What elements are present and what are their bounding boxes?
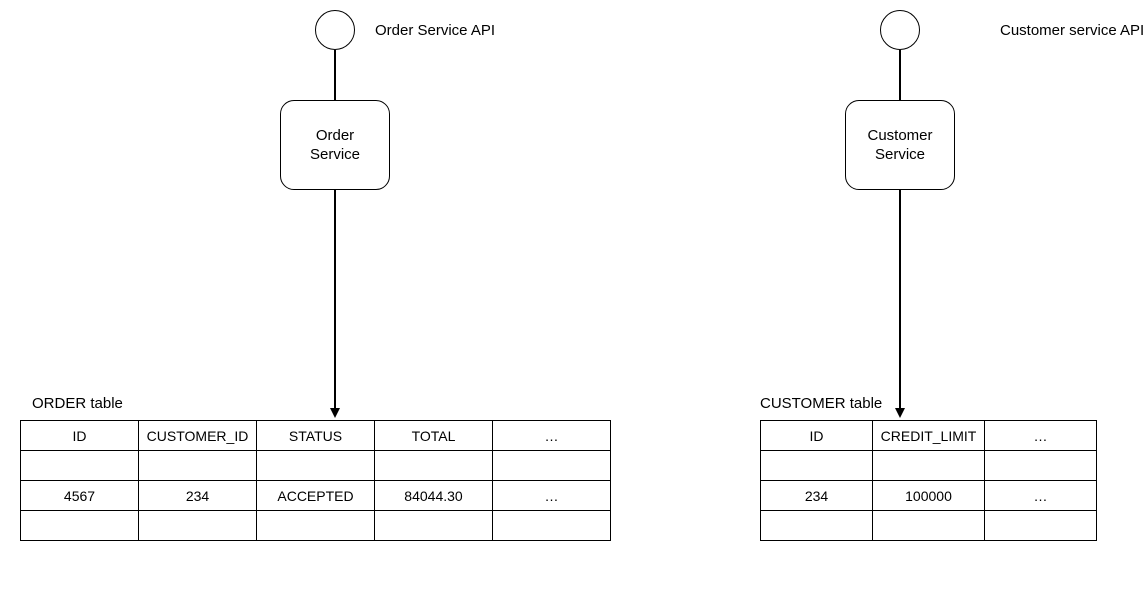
table-cell: ACCEPTED [257,481,375,511]
table-cell [257,451,375,481]
table-row: 4567 234 ACCEPTED 84044.30 … [21,481,611,511]
customer-service-box: Customer Service [845,100,955,190]
table-header: … [985,421,1097,451]
table-cell: 100000 [873,481,985,511]
table-row [761,511,1097,541]
arrow-icon [330,408,340,418]
table-cell: … [493,481,611,511]
order-api-circle [315,10,355,50]
table-cell: 84044.30 [375,481,493,511]
table-cell [493,511,611,541]
connector-line [899,50,901,100]
table-header: ID [761,421,873,451]
table-row: ID CREDIT_LIMIT … [761,421,1097,451]
table-header: CUSTOMER_ID [139,421,257,451]
table-row: 234 100000 … [761,481,1097,511]
order-table-label: ORDER table [32,395,123,412]
table-cell [985,511,1097,541]
table-header: ID [21,421,139,451]
table-header: TOTAL [375,421,493,451]
table-cell [873,511,985,541]
table-header: … [493,421,611,451]
table-cell: 234 [139,481,257,511]
table-row [21,451,611,481]
table-row: ID CUSTOMER_ID STATUS TOTAL … [21,421,611,451]
connector-line [334,190,336,410]
table-header: CREDIT_LIMIT [873,421,985,451]
table-cell [257,511,375,541]
customer-api-label: Customer service API [1000,22,1144,39]
connector-line [899,190,901,410]
connector-line [334,50,336,100]
table-cell: 4567 [21,481,139,511]
customer-api-circle [880,10,920,50]
table-cell: … [985,481,1097,511]
table-cell [375,511,493,541]
order-service-box: Order Service [280,100,390,190]
table-header: STATUS [257,421,375,451]
customer-table-label: CUSTOMER table [760,395,882,412]
order-table: ID CUSTOMER_ID STATUS TOTAL … 4567 234 A… [20,420,611,541]
order-service-label: Order Service [310,126,360,165]
table-cell: 234 [761,481,873,511]
table-cell [21,511,139,541]
table-cell [139,451,257,481]
table-row [21,511,611,541]
table-cell [21,451,139,481]
table-cell [493,451,611,481]
arrow-icon [895,408,905,418]
table-cell [761,511,873,541]
table-cell [375,451,493,481]
table-cell [139,511,257,541]
order-api-label: Order Service API [375,22,495,39]
customer-service-label: Customer Service [867,126,932,165]
table-cell [985,451,1097,481]
table-cell [761,451,873,481]
table-cell [873,451,985,481]
table-row [761,451,1097,481]
customer-table: ID CREDIT_LIMIT … 234 100000 … [760,420,1097,541]
